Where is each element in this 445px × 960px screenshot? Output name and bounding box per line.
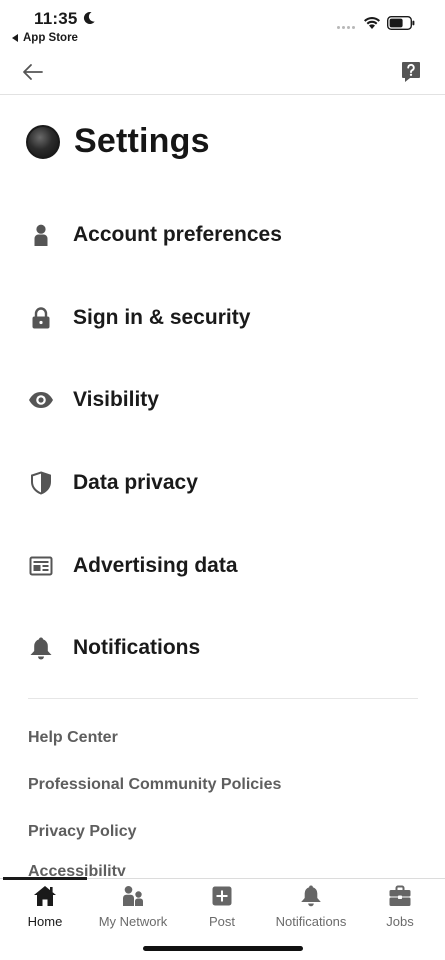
page-title: Settings: [74, 122, 210, 160]
setting-label: Sign in & security: [73, 305, 251, 329]
network-icon: [120, 884, 146, 908]
nav-jobs[interactable]: Jobs: [382, 879, 418, 929]
nav-label: Notifications: [275, 914, 347, 929]
shield-icon: [28, 470, 54, 496]
bell-icon: [298, 884, 324, 908]
setting-label: Advertising data: [73, 553, 238, 577]
post-plus-icon: [209, 884, 235, 908]
battery-icon: [387, 16, 415, 30]
setting-item-notifications[interactable]: Notifications: [0, 607, 445, 690]
setting-item-data-privacy[interactable]: Data privacy: [0, 442, 445, 525]
lock-icon: [28, 305, 54, 331]
page-title-row: Settings: [26, 122, 210, 161]
setting-item-sign-in-security[interactable]: Sign in & security: [0, 277, 445, 360]
eye-icon: [28, 387, 54, 413]
nav-notifications[interactable]: Notifications: [272, 879, 350, 929]
help-center-link[interactable]: Help Center: [28, 714, 418, 761]
community-policies-link[interactable]: Professional Community Policies: [28, 761, 418, 808]
newspaper-icon: [28, 553, 54, 579]
setting-label: Data privacy: [73, 471, 198, 495]
section-divider: [28, 698, 418, 699]
setting-label: Account preferences: [73, 223, 282, 247]
accessibility-link[interactable]: Accessibility: [28, 855, 418, 876]
top-header: [0, 50, 445, 95]
nav-label: Jobs: [386, 914, 414, 929]
nav-label: Post: [208, 914, 235, 929]
arrow-left-icon[interactable]: [20, 59, 46, 85]
status-time: 11:35: [34, 9, 78, 28]
back-to-app-store-link[interactable]: App Store: [12, 32, 78, 44]
briefcase-icon: [387, 884, 413, 908]
avatar[interactable]: [26, 124, 60, 159]
wifi-icon: [364, 17, 380, 29]
setting-label: Notifications: [73, 636, 201, 660]
nav-post[interactable]: Post: [202, 879, 242, 929]
person-icon: [28, 222, 54, 248]
back-triangle-icon: [12, 34, 18, 42]
nav-label: Home: [27, 914, 63, 929]
footer-links: Help Center Professional Community Polic…: [28, 714, 418, 877]
status-bar: 11:35 App Store: [0, 0, 445, 50]
settings-list: Account preferences Sign in & security V…: [0, 194, 445, 690]
nav-my-network[interactable]: My Network: [96, 879, 170, 929]
setting-item-advertising-data[interactable]: Advertising data: [0, 524, 445, 607]
nav-home[interactable]: Home: [22, 879, 68, 929]
back-app-label: App Store: [23, 32, 78, 44]
setting-item-visibility[interactable]: Visibility: [0, 359, 445, 442]
moon-icon: [83, 11, 95, 24]
help-question-icon[interactable]: [401, 61, 421, 83]
cellular-signal-icon: [337, 26, 357, 30]
nav-label: My Network: [98, 914, 168, 929]
home-icon: [32, 884, 58, 908]
home-indicator: [143, 946, 303, 951]
privacy-policy-link[interactable]: Privacy Policy: [28, 808, 418, 855]
bell-icon: [28, 635, 54, 661]
setting-item-account-preferences[interactable]: Account preferences: [0, 194, 445, 277]
setting-label: Visibility: [73, 388, 159, 412]
